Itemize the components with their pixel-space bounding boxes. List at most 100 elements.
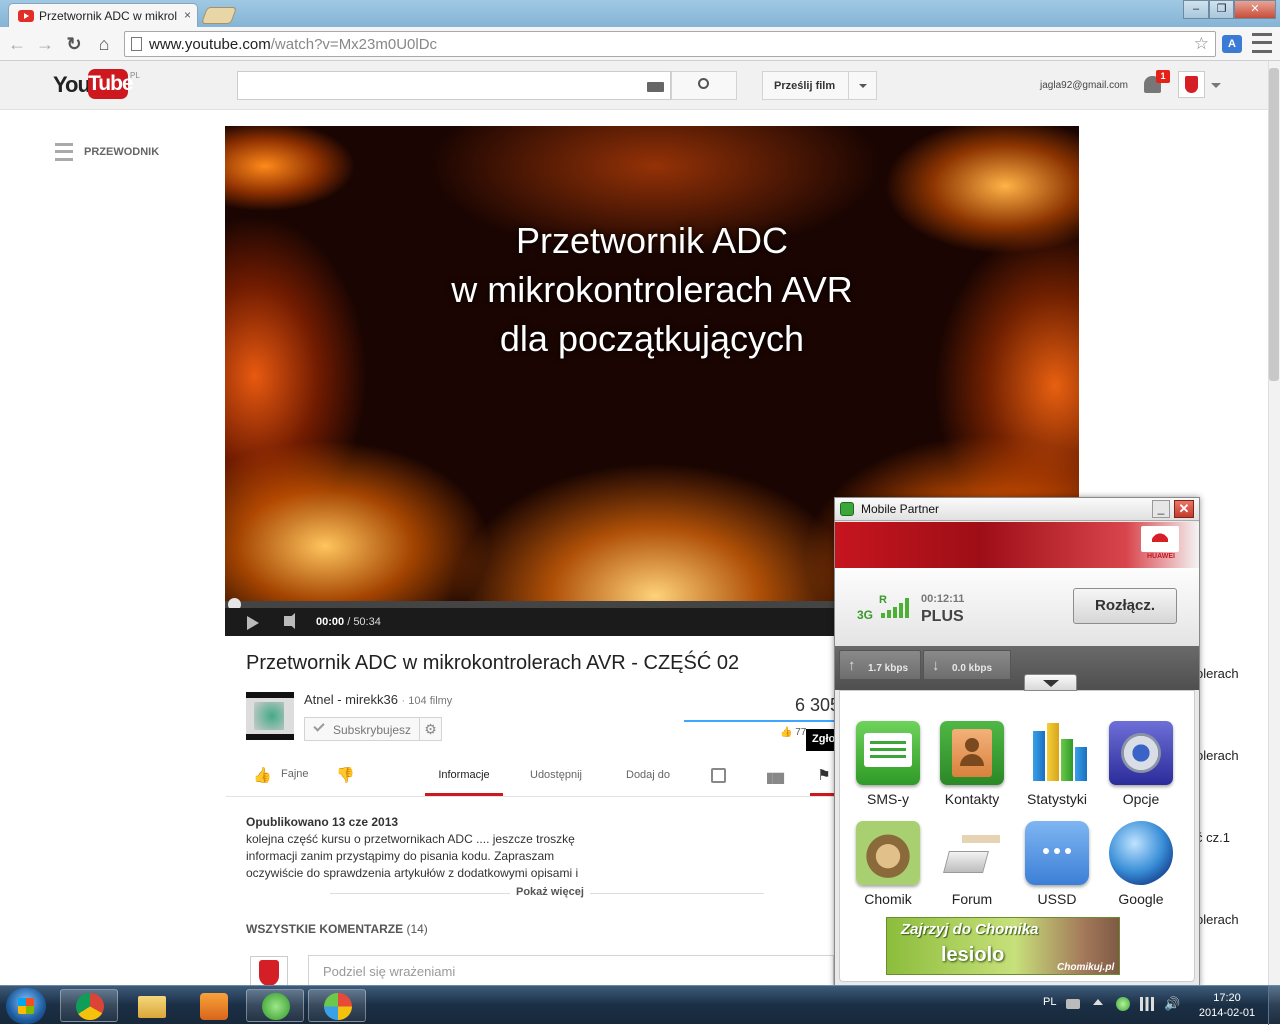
mobile-partner-close-button[interactable]: ✕ <box>1174 500 1194 518</box>
new-tab-button[interactable] <box>200 7 238 24</box>
app-contacts[interactable]: Kontakty <box>937 721 1007 807</box>
mobile-partner-tray-icon[interactable] <box>1116 997 1130 1011</box>
chomik-icon <box>856 821 920 885</box>
expand-panel-button[interactable] <box>1024 674 1077 691</box>
duration: / 50:34 <box>347 616 381 628</box>
signal-bar <box>893 607 897 618</box>
tab-share[interactable]: Udostępnij <box>530 769 582 781</box>
youtube-logo-tube[interactable]: Tube <box>88 69 134 99</box>
account-email[interactable]: jagla92@gmail.com <box>1040 80 1128 91</box>
play-icon[interactable] <box>247 616 259 630</box>
like-label[interactable]: Fajne <box>281 768 309 780</box>
dislike-icon[interactable]: 👎 <box>336 766 355 784</box>
taskbar-mobile-partner[interactable] <box>246 989 304 1022</box>
app-forum[interactable]: Forum <box>937 821 1007 907</box>
bookmark-star-icon[interactable]: ☆ <box>1194 34 1209 54</box>
show-more-button[interactable]: Pokaż więcej <box>510 886 590 898</box>
network-tray-icon[interactable] <box>1140 997 1154 1011</box>
options-icon <box>1109 721 1173 785</box>
taskbar-paint[interactable] <box>308 989 366 1022</box>
show-hidden-icons-icon[interactable] <box>1093 999 1103 1005</box>
scrollbar-thumb[interactable] <box>1269 68 1279 381</box>
upload-button[interactable]: Prześlij film <box>762 71 877 100</box>
recommended-title-partial[interactable]: ć cz.1 <box>1196 830 1230 845</box>
search-icon <box>698 78 709 89</box>
statistics-icon[interactable]: ▮▮▮ <box>766 769 785 786</box>
channel-name[interactable]: Atnel - mirekk36 <box>304 692 398 707</box>
notification-count-badge[interactable]: 1 <box>1156 70 1170 83</box>
address-bar[interactable]: www.youtube.com/watch?v=Mx23m0U0lDc ☆ <box>124 31 1216 57</box>
chomikuj-ad-banner[interactable]: Zajrzyj do Chomika lesiolo Chomikuj.pl <box>886 917 1120 975</box>
windows-taskbar: PL 🔊 17:20 2014-02-01 <box>0 985 1280 1025</box>
channel-thumbnail[interactable] <box>246 692 294 740</box>
taskbar-media-player[interactable] <box>184 989 242 1022</box>
guide-menu-icon[interactable] <box>55 143 73 161</box>
subscription-settings-gear-icon[interactable]: ⚙ <box>419 718 441 740</box>
url-host: www.youtube.com <box>149 36 271 53</box>
app-chomik[interactable]: Chomik <box>853 821 923 907</box>
window-restore-button[interactable]: ❐ <box>1209 0 1234 19</box>
apps-panel: SMS-y Kontakty Statystyki Opcje Chomik F… <box>839 690 1195 982</box>
forward-icon[interactable]: → <box>34 33 56 55</box>
mobile-partner-titlebar[interactable]: Mobile Partner _ ✕ <box>835 498 1199 521</box>
chrome-menu-icon[interactable] <box>1252 33 1272 53</box>
app-google[interactable]: Google <box>1106 821 1176 907</box>
signal-bar <box>887 610 891 618</box>
guide-label[interactable]: PRZEWODNIK <box>84 146 159 158</box>
like-count: 77 <box>795 727 807 738</box>
video-title: Przetwornik ADC w mikrokontrolerach AVR … <box>246 652 740 674</box>
comment-input[interactable]: Podziel się wrażeniami <box>308 955 834 987</box>
huawei-brand: HUAWEI <box>1147 553 1175 560</box>
app-label: Chomik <box>864 891 912 907</box>
mobile-partner-app-icon <box>840 502 854 516</box>
taskbar-chrome[interactable] <box>60 989 118 1022</box>
start-button[interactable] <box>6 988 46 1024</box>
back-icon[interactable]: ← <box>6 33 28 55</box>
recommended-title-partial[interactable]: olerach <box>1196 666 1239 681</box>
home-icon[interactable]: ⌂ <box>93 33 115 55</box>
clock-time: 17:20 <box>1213 992 1241 1004</box>
volume-tray-icon[interactable]: 🔊 <box>1164 997 1180 1011</box>
transcript-icon[interactable] <box>711 768 726 783</box>
like-icon[interactable]: 👍 <box>253 766 272 784</box>
browser-tab-active[interactable]: Przetwornik ADC w mikrol × <box>8 3 198 28</box>
reload-icon[interactable]: ↻ <box>63 33 85 55</box>
search-button[interactable] <box>671 71 737 100</box>
window-close-button[interactable]: ✕ <box>1234 0 1276 19</box>
volume-icon[interactable] <box>284 613 295 629</box>
recommended-title-partial[interactable]: olerach <box>1196 748 1239 763</box>
translate-icon[interactable]: A <box>1222 35 1242 53</box>
overlay-line: Przetwornik ADC <box>515 220 789 261</box>
app-ussd[interactable]: USSD <box>1022 821 1092 907</box>
window-minimize-button[interactable]: ‒ <box>1183 0 1209 19</box>
keyboard-icon[interactable] <box>647 82 664 92</box>
search-input[interactable] <box>237 71 671 100</box>
channel-video-count[interactable]: 104 filmy <box>408 695 452 707</box>
upload-label: Prześlij film <box>774 80 836 92</box>
clock[interactable]: 17:20 2014-02-01 <box>1196 991 1258 1021</box>
app-statistics[interactable]: Statystyki <box>1022 721 1092 807</box>
tab-add-to[interactable]: Dodaj do <box>626 769 670 781</box>
app-sms[interactable]: SMS-y <box>853 721 923 807</box>
app-options[interactable]: Opcje <box>1106 721 1176 807</box>
subscribe-button[interactable]: Subskrybujesz ⚙ <box>304 717 442 741</box>
signal-bar <box>905 598 909 618</box>
show-desktop-button[interactable] <box>1268 986 1280 1025</box>
recommended-title-partial[interactable]: olerach <box>1196 912 1239 927</box>
keyboard-tray-icon[interactable] <box>1066 999 1080 1009</box>
language-indicator[interactable]: PL <box>1043 996 1056 1008</box>
taskbar-explorer[interactable] <box>122 989 180 1022</box>
mobile-partner-window: Mobile Partner _ ✕ HUAWEI 3G R 00:12:11 … <box>834 497 1200 987</box>
account-menu-caret-icon[interactable] <box>1211 83 1221 88</box>
chevron-down-icon[interactable] <box>859 84 867 88</box>
description-line: informacji zanim przystąpimy do pisania … <box>246 849 555 863</box>
mobile-partner-minimize-button[interactable]: _ <box>1152 500 1170 518</box>
tab-close-icon[interactable]: × <box>184 8 191 22</box>
account-avatar[interactable] <box>1178 71 1205 98</box>
download-speed: 0.0 kbps <box>952 663 993 674</box>
disconnect-button[interactable]: Rozłącz. <box>1073 588 1177 624</box>
youtube-logo[interactable]: You <box>53 72 91 98</box>
connection-panel: 3G R 00:12:11 PLUS Rozłącz. <box>835 568 1199 646</box>
tab-information[interactable]: Informacje <box>425 760 503 796</box>
app-label: Kontakty <box>944 791 1000 807</box>
